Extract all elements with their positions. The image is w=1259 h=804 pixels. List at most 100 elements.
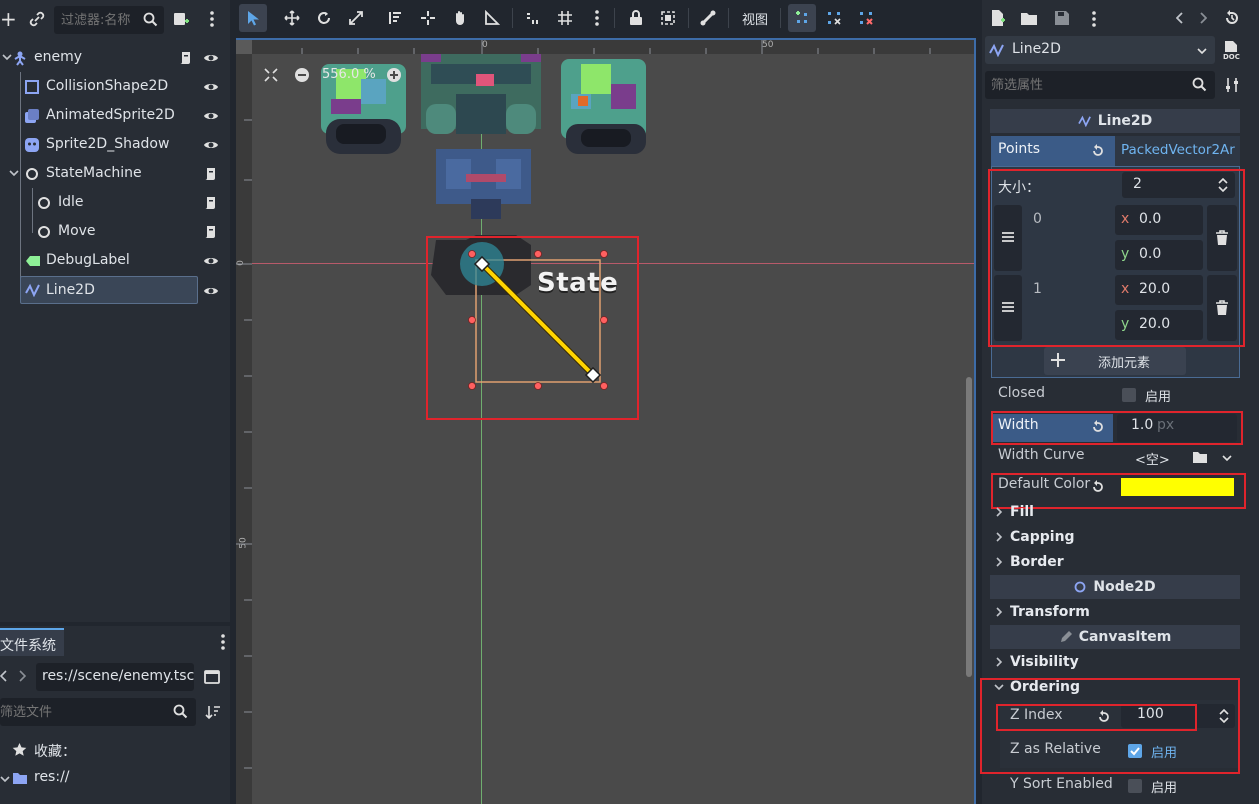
spin-arrows-icon[interactable]	[1219, 709, 1229, 723]
canvas-viewport[interactable]: 0 50 0 50 556.0 % State	[236, 38, 976, 804]
chevron-down-icon[interactable]	[1222, 453, 1232, 463]
zoom-level[interactable]: 556.0 %	[322, 67, 376, 82]
nav-forward-icon[interactable]	[18, 669, 26, 683]
property-options-icon[interactable]	[1225, 77, 1239, 93]
history-icon[interactable]	[1224, 10, 1240, 26]
delete-point0-button[interactable]	[1207, 205, 1237, 271]
filesystem-path-field[interactable]: res://scene/enemy.tsc	[36, 663, 194, 691]
list-select-tool-button[interactable]	[382, 4, 410, 32]
closed-checkbox[interactable]	[1122, 388, 1136, 402]
tree-item-collisionshape2d[interactable]: CollisionShape2D	[0, 72, 228, 101]
view-menu-button[interactable]: 视图	[734, 4, 776, 32]
group-transform[interactable]: Transform	[992, 600, 1240, 624]
points-value-button[interactable]: PackedVector2Ar	[1115, 136, 1240, 166]
visibility-eye-icon[interactable]	[203, 80, 219, 94]
line-edit-button[interactable]	[820, 4, 848, 32]
group-button[interactable]	[654, 4, 682, 32]
viewport-scrollbar[interactable]	[966, 377, 972, 677]
group-ordering[interactable]: Ordering	[992, 675, 1240, 699]
visibility-eye-icon[interactable]	[203, 51, 219, 65]
size-spinbox[interactable]: 2	[1122, 172, 1235, 198]
group-capping[interactable]: Capping	[992, 525, 1240, 549]
pan-tool-button[interactable]	[446, 4, 474, 32]
group-visibility[interactable]: Visibility	[992, 650, 1240, 674]
visibility-eye-icon[interactable]	[203, 109, 219, 123]
zoom-out-icon[interactable]	[294, 67, 310, 83]
grid-snap-button[interactable]	[551, 4, 579, 32]
point1-y-field[interactable]: y 20.0	[1115, 310, 1203, 340]
group-fill[interactable]: Fill	[992, 500, 1240, 524]
scene-menu-icon[interactable]	[210, 10, 214, 28]
lock-button[interactable]	[622, 4, 650, 32]
width-label-cell[interactable]: Width	[993, 414, 1113, 442]
rotate-tool-button[interactable]	[310, 4, 338, 32]
snap-options-button[interactable]	[583, 4, 611, 32]
nav-back-icon[interactable]	[0, 669, 8, 683]
visibility-eye-icon[interactable]	[203, 284, 219, 298]
spin-arrows-icon[interactable]	[1218, 178, 1228, 192]
add-node-button[interactable]: +	[0, 8, 17, 32]
line-create-button[interactable]	[788, 4, 816, 32]
visibility-eye-icon[interactable]	[203, 254, 219, 268]
property-filter-input[interactable]	[985, 71, 1175, 99]
chevron-down-icon[interactable]	[9, 168, 19, 178]
folder-icon[interactable]	[1192, 450, 1208, 464]
revert-icon[interactable]	[1091, 420, 1105, 434]
open-resource-icon[interactable]	[1020, 10, 1038, 26]
doc-icon[interactable]: DOC	[1222, 40, 1240, 60]
tree-item-debuglabel[interactable]: DebugLabel	[0, 246, 228, 275]
tree-item-statemachine[interactable]: StateMachine	[0, 159, 228, 188]
ruler-tool-button[interactable]	[478, 4, 506, 32]
script-icon[interactable]	[203, 224, 219, 240]
points-label-cell[interactable]: Points	[991, 136, 1115, 166]
point0-x-field[interactable]: x 0.0	[1115, 205, 1203, 235]
scene-filter-input[interactable]	[54, 6, 142, 34]
history-forward-icon[interactable]	[1199, 11, 1207, 25]
script-icon[interactable]	[178, 50, 194, 66]
tree-item-line2d[interactable]: Line2D	[20, 276, 198, 304]
object-selector[interactable]: Line2D	[985, 36, 1215, 64]
tree-item-animatedsprite2d[interactable]: AnimatedSprite2D	[0, 101, 228, 130]
script-icon[interactable]	[203, 166, 219, 182]
tree-item-idle[interactable]: Idle	[0, 188, 228, 217]
zoom-in-icon[interactable]	[386, 67, 402, 83]
filesystem-menu-icon[interactable]	[221, 633, 225, 651]
ysort-checkbox[interactable]	[1128, 779, 1142, 793]
add-element-button[interactable]: 添加元素	[1044, 347, 1186, 375]
new-resource-icon[interactable]	[990, 9, 1006, 27]
width-curve-value[interactable]: <空>	[1135, 449, 1170, 468]
tree-item-enemy[interactable]: enemy	[0, 43, 228, 72]
drag-handle-0[interactable]	[994, 205, 1022, 271]
filesystem-tab[interactable]: 文件系统	[0, 628, 64, 656]
scene-filter-input-box[interactable]	[54, 6, 164, 34]
sort-icon[interactable]	[205, 704, 221, 720]
scale-tool-button[interactable]	[342, 4, 370, 32]
file-filter-input[interactable]	[0, 698, 160, 726]
tree-item-move[interactable]: Move	[0, 217, 228, 246]
drag-handle-1[interactable]	[994, 275, 1022, 341]
instance-scene-icon[interactable]	[172, 10, 190, 28]
save-resource-icon[interactable]	[1054, 10, 1070, 26]
move-tool-button[interactable]	[278, 4, 306, 32]
revert-icon[interactable]	[1097, 710, 1111, 724]
group-border[interactable]: Border	[992, 550, 1240, 574]
res-root-label[interactable]: res://	[34, 769, 70, 785]
file-filter-box[interactable]	[0, 698, 196, 726]
revert-icon[interactable]	[1091, 144, 1105, 158]
default-color-swatch[interactable]	[1121, 478, 1234, 496]
zindex-spinbox[interactable]: 100	[1121, 704, 1235, 728]
chevron-down-icon[interactable]	[0, 774, 10, 784]
revert-icon[interactable]	[1091, 480, 1105, 494]
visibility-eye-icon[interactable]	[203, 138, 219, 152]
toggle-split-icon[interactable]	[204, 669, 220, 685]
pivot-tool-button[interactable]	[414, 4, 442, 32]
select-tool-button[interactable]	[239, 4, 267, 32]
bone-button[interactable]	[694, 4, 722, 32]
chevron-down-icon[interactable]	[2, 52, 12, 62]
property-filter-box[interactable]	[985, 71, 1215, 99]
delete-point1-button[interactable]	[1207, 275, 1237, 341]
point0-y-field[interactable]: y 0.0	[1115, 240, 1203, 270]
link-icon[interactable]	[28, 10, 46, 28]
tree-item-sprite2d-shadow[interactable]: Sprite2D_Shadow	[0, 130, 228, 159]
width-field[interactable]: 1.0 px	[1117, 414, 1237, 442]
